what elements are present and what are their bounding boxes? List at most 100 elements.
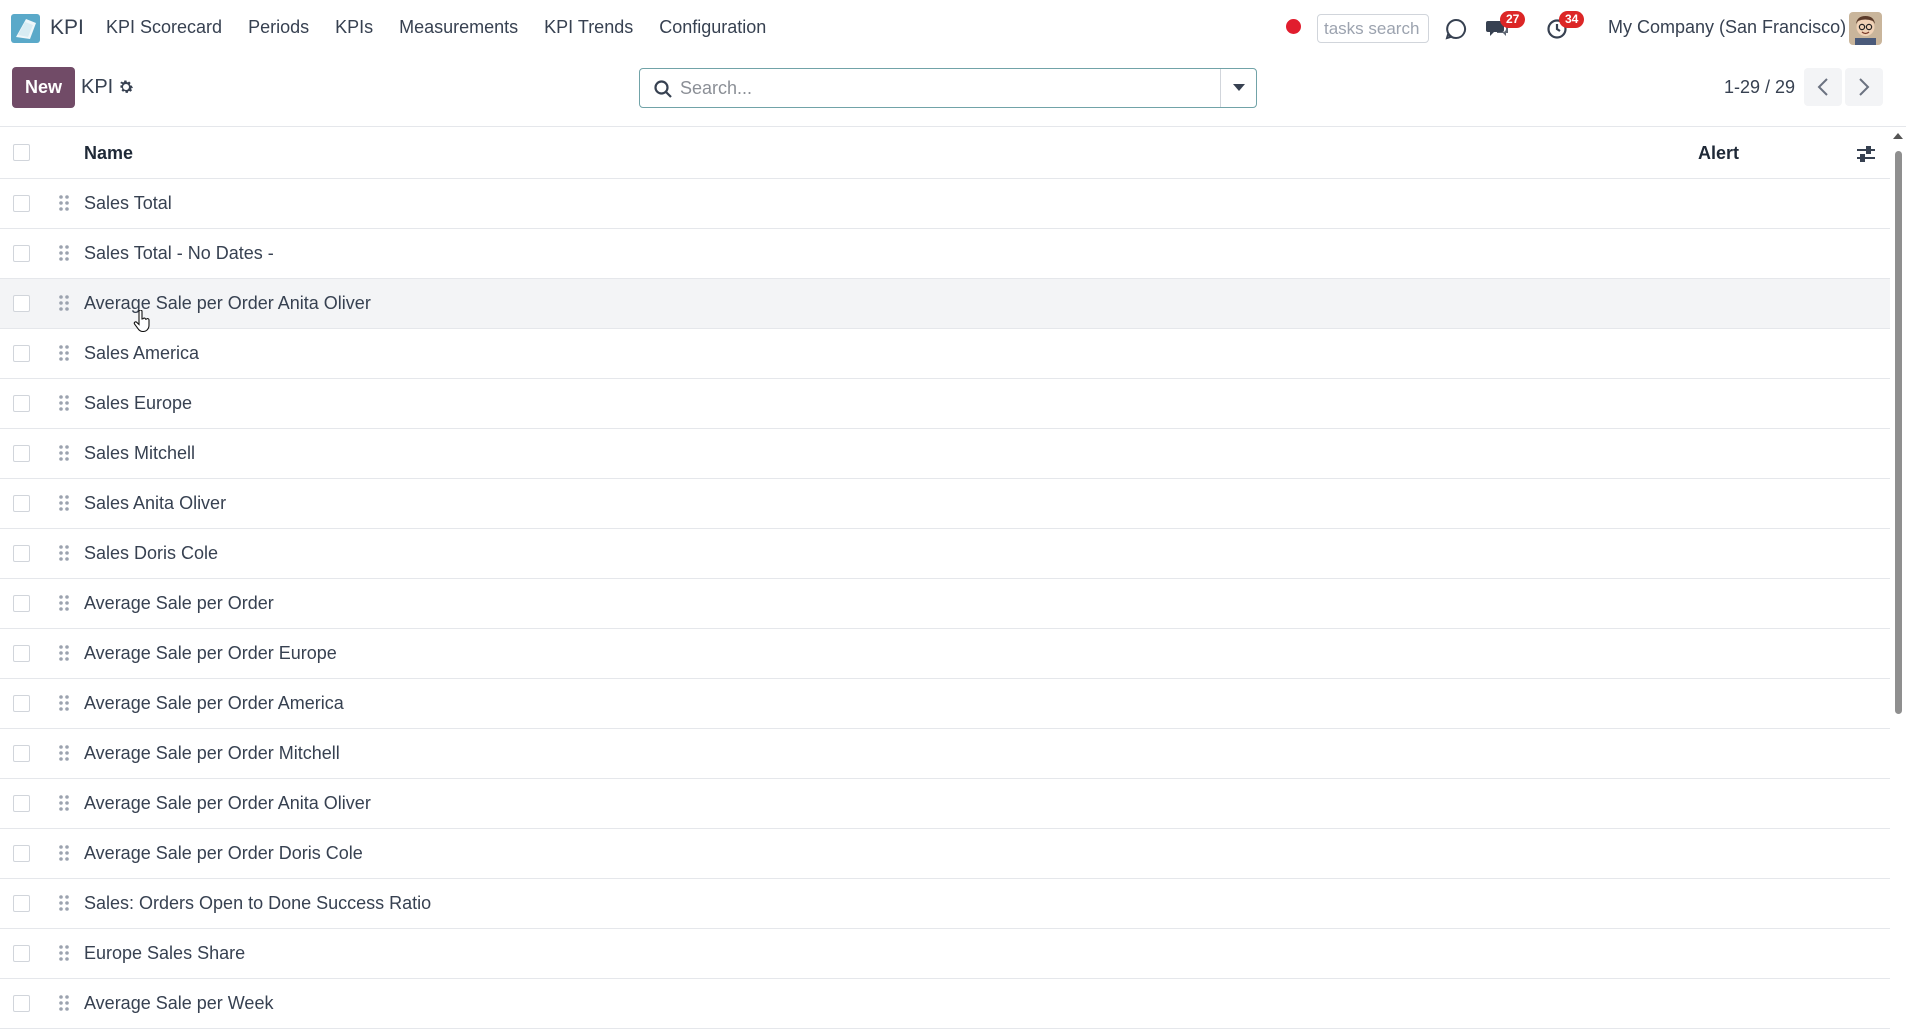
activities-badge: 34: [1559, 11, 1585, 28]
drag-handle-icon[interactable]: [58, 644, 70, 662]
row-checkbox[interactable]: [13, 495, 30, 512]
table-row[interactable]: Average Sale per Order Anita Oliver: [0, 279, 1890, 329]
menu-measurements[interactable]: Measurements: [399, 17, 518, 38]
row-name: Sales Doris Cole: [84, 543, 219, 563]
pager-previous-button[interactable]: [1804, 68, 1842, 106]
drag-handle-icon[interactable]: [58, 844, 70, 862]
row-name: Average Sale per Order Anita Oliver: [84, 793, 371, 813]
app-logo-icon[interactable]: [10, 13, 41, 44]
table-row[interactable]: Average Sale per Order: [0, 579, 1890, 629]
row-name: Sales Total - No Dates -: [84, 243, 274, 263]
table-row[interactable]: Sales: Orders Open to Done Success Ratio: [0, 879, 1890, 929]
row-name: Sales: Orders Open to Done Success Ratio: [84, 893, 432, 913]
drag-handle-icon[interactable]: [58, 494, 70, 512]
drag-handle-icon[interactable]: [58, 594, 70, 612]
kpi-list: Name Alert Sales Total Sales Total - No …: [0, 127, 1890, 1029]
column-header-alert[interactable]: Alert: [1698, 143, 1739, 164]
messages-badge: 27: [1500, 11, 1526, 28]
drag-handle-icon[interactable]: [58, 994, 70, 1012]
new-button[interactable]: New: [12, 67, 75, 108]
drag-handle-icon[interactable]: [58, 744, 70, 762]
row-checkbox[interactable]: [13, 345, 30, 362]
row-checkbox[interactable]: [13, 695, 30, 712]
row-checkbox[interactable]: [13, 645, 30, 662]
row-checkbox[interactable]: [13, 795, 30, 812]
breadcrumb: KPI: [81, 76, 114, 98]
menu-kpi-trends[interactable]: KPI Trends: [544, 17, 633, 38]
pager-value[interactable]: 1-29 / 29: [1724, 77, 1795, 98]
pager-next-button[interactable]: [1845, 68, 1883, 106]
drag-handle-icon[interactable]: [58, 294, 70, 312]
row-name: Europe Sales Share: [84, 943, 246, 963]
table-row[interactable]: Sales Europe: [0, 379, 1890, 429]
menu-periods[interactable]: Periods: [248, 17, 309, 38]
row-checkbox[interactable]: [13, 295, 30, 312]
messages-button[interactable]: 27: [1484, 11, 1526, 43]
drag-handle-icon[interactable]: [58, 194, 70, 212]
activities-button[interactable]: 34: [1543, 11, 1585, 43]
company-switcher[interactable]: My Company (San Francisco): [1608, 17, 1846, 38]
drag-handle-icon[interactable]: [58, 244, 70, 262]
table-row[interactable]: Sales America: [0, 329, 1890, 379]
row-checkbox[interactable]: [13, 395, 30, 412]
drag-handle-icon[interactable]: [58, 394, 70, 412]
caret-down-icon: [1232, 84, 1245, 91]
table-row[interactable]: Average Sale per Order Europe: [0, 629, 1890, 679]
scrollbar-thumb[interactable]: [1895, 151, 1902, 714]
hand-cursor-icon: [133, 310, 150, 332]
drag-handle-icon[interactable]: [58, 344, 70, 362]
row-checkbox[interactable]: [13, 595, 30, 612]
table-row[interactable]: Average Sale per Order Mitchell: [0, 729, 1890, 779]
chevron-right-icon: [1859, 78, 1870, 96]
row-name: Sales Total: [84, 193, 172, 213]
table-row[interactable]: Average Sale per Week: [0, 979, 1890, 1029]
row-checkbox[interactable]: [13, 995, 30, 1012]
row-checkbox[interactable]: [13, 195, 30, 212]
optional-columns-icon[interactable]: [1856, 144, 1876, 164]
search-bar: [639, 68, 1257, 108]
table-row[interactable]: Average Sale per Order America: [0, 679, 1890, 729]
row-name: Average Sale per Order Europe: [84, 643, 337, 663]
menu-kpis[interactable]: KPIs: [335, 17, 373, 38]
search-input[interactable]: [680, 75, 1180, 102]
menu-configuration[interactable]: Configuration: [659, 17, 766, 38]
table-row[interactable]: Europe Sales Share: [0, 929, 1890, 979]
gear-icon[interactable]: [117, 78, 135, 96]
drag-handle-icon[interactable]: [58, 444, 70, 462]
table-row[interactable]: Sales Anita Oliver: [0, 479, 1890, 529]
table-row[interactable]: Average Sale per Order Anita Oliver: [0, 779, 1890, 829]
table-row[interactable]: Sales Mitchell: [0, 429, 1890, 479]
record-icon[interactable]: [1286, 19, 1301, 34]
row-name: Sales Europe: [84, 393, 193, 413]
drag-handle-icon[interactable]: [58, 944, 70, 962]
row-name: Sales America: [84, 343, 200, 363]
table-row[interactable]: Sales Total: [0, 179, 1890, 229]
row-checkbox[interactable]: [13, 845, 30, 862]
row-checkbox[interactable]: [13, 745, 30, 762]
table-row[interactable]: Sales Doris Cole: [0, 529, 1890, 579]
column-header-name[interactable]: Name: [84, 143, 133, 164]
drag-handle-icon[interactable]: [58, 894, 70, 912]
row-checkbox[interactable]: [13, 895, 30, 912]
table-row[interactable]: Average Sale per Order Doris Cole: [0, 829, 1890, 879]
chevron-left-icon: [1817, 78, 1828, 96]
row-checkbox[interactable]: [13, 945, 30, 962]
app-name[interactable]: KPI: [50, 16, 84, 40]
menu-kpi-scorecard[interactable]: KPI Scorecard: [106, 17, 222, 38]
row-checkbox[interactable]: [13, 445, 30, 462]
avatar[interactable]: [1849, 12, 1882, 45]
row-checkbox[interactable]: [13, 245, 30, 262]
scroll-up-arrow-icon[interactable]: [1893, 133, 1903, 139]
row-name: Average Sale per Order: [84, 593, 274, 613]
drag-handle-icon[interactable]: [58, 694, 70, 712]
chat-icon[interactable]: [1442, 15, 1470, 43]
search-options-toggle[interactable]: [1220, 69, 1256, 107]
table-row[interactable]: Sales Total - No Dates -: [0, 229, 1890, 279]
drag-handle-icon[interactable]: [58, 544, 70, 562]
select-all-checkbox[interactable]: [13, 144, 30, 161]
list-scrollbar[interactable]: [1890, 127, 1906, 1034]
row-name: Average Sale per Order Doris Cole: [84, 843, 363, 863]
tasks-search-input[interactable]: [1317, 14, 1429, 43]
row-checkbox[interactable]: [13, 545, 30, 562]
drag-handle-icon[interactable]: [58, 794, 70, 812]
